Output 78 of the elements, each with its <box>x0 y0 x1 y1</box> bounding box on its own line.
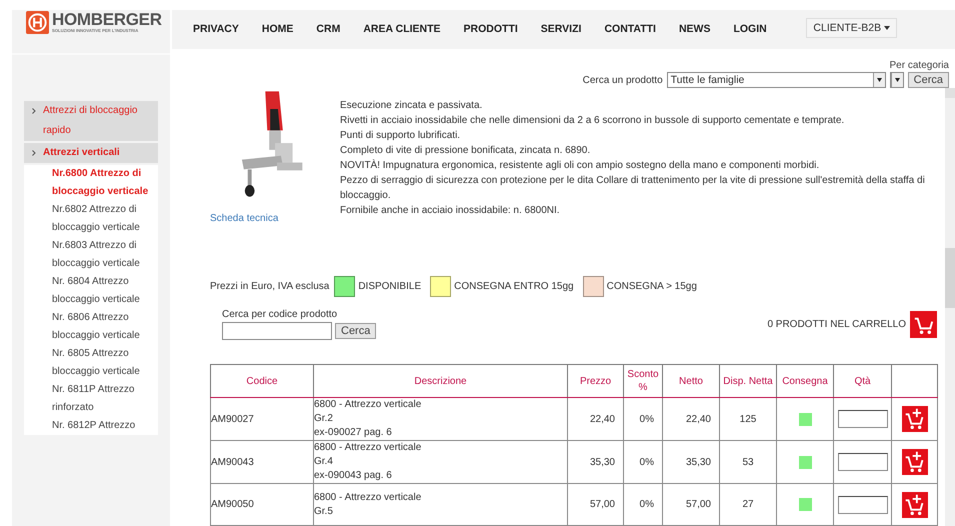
description-text: Esecuzione zincata e passivata. <box>340 99 484 113</box>
chevron-icon <box>32 108 36 114</box>
description-text: Punti di supporto lubrificati. <box>340 129 462 143</box>
nav-link[interactable]: AREA CLIENTE <box>363 23 441 35</box>
logo-wordmark: HOMBERGER <box>52 11 162 28</box>
table-cell: 6800 - Attrezzo verticale Gr.5 <box>314 484 568 526</box>
table-cell: 125 <box>720 398 776 440</box>
column-header: Consegna <box>776 364 834 398</box>
column-header: Netto <box>662 364 720 398</box>
table-cell: 22,40 <box>568 398 624 440</box>
search-button[interactable]: Cerca <box>908 72 949 88</box>
dropdown-arrow-icon <box>890 73 903 87</box>
table-cell: 57,00 <box>568 484 624 526</box>
legend-label: CONSEGNA > 15gg <box>606 281 697 292</box>
sidebar-item[interactable]: Nr.6802 Attrezzo di bloccaggio verticale <box>24 201 158 237</box>
sidebar-item[interactable]: Nr.6803 Attrezzo di bloccaggio verticale <box>24 237 158 273</box>
column-header: Disp. Netta <box>720 364 776 398</box>
table-cell: 0% <box>624 440 662 484</box>
nav-link[interactable]: PRIVACY <box>193 23 239 35</box>
nav-link[interactable]: LOGIN <box>733 23 767 35</box>
table-cell: 57,00 <box>662 484 720 526</box>
table-cell: 27 <box>720 484 776 526</box>
sidebar-item[interactable]: Nr.6800 Attrezzo di bloccaggio verticale <box>24 165 158 201</box>
column-header: Prezzo <box>568 364 624 398</box>
description-text: Fornibile anche in acciaio inossidabile: n. 6800NI. <box>340 204 561 218</box>
add-to-cart-icon[interactable] <box>902 492 928 518</box>
caret-icon <box>884 26 890 30</box>
table-cell: 35,30 <box>568 440 624 484</box>
sidebar-item[interactable]: Nr. 6805 Attrezzo bloccaggio verticale <box>24 345 158 381</box>
column-header: Codice <box>210 364 314 398</box>
legend-label: CONSEGNA ENTRO 15gg <box>454 281 574 292</box>
dropdown-arrow-icon <box>872 73 885 87</box>
table-cell: 53 <box>720 440 776 484</box>
quantity-field[interactable] <box>838 410 888 428</box>
nav-link[interactable]: CONTATTI <box>604 23 656 35</box>
category-label: Per categoria <box>890 59 949 72</box>
user-menu[interactable]: CLIENTE-B2B <box>806 18 897 38</box>
column-header: Sconto % <box>624 364 662 398</box>
code-search-button[interactable]: Cerca <box>335 323 376 339</box>
table-cell: 0% <box>624 484 662 526</box>
family-dropdown[interactable]: Tutte le famiglie <box>666 72 886 88</box>
sidebar-item[interactable]: Nr. 6806 Attrezzo bloccaggio verticale <box>24 309 158 345</box>
sidebar-item[interactable]: Nr. 6812P Attrezzo <box>24 417 158 435</box>
table-cell: 35,30 <box>662 440 720 484</box>
column-header: Descrizione <box>314 364 568 398</box>
sidebar-item[interactable]: Nr. 6804 Attrezzo bloccaggio verticale <box>24 273 158 309</box>
description-text: Pezzo di serraggio di sicurezza con protezione per le dita Collare di trattenimento per la vite di pressione sull'estremità della staffa di bloccaggio. <box>340 174 926 203</box>
chevron-icon <box>32 150 36 156</box>
category-dropdown[interactable] <box>890 72 904 88</box>
quantity-field[interactable] <box>838 453 888 471</box>
add-to-cart-icon[interactable] <box>902 406 928 432</box>
table-cell: 0% <box>624 398 662 440</box>
search-label: Cerca un prodotto <box>582 74 663 86</box>
datasheet-link[interactable]: Scheda tecnica <box>210 213 290 224</box>
legend-label: DISPONIBILE <box>358 281 422 292</box>
table-cell: AM90027 <box>210 398 314 440</box>
nav-link[interactable]: CRM <box>316 23 340 35</box>
nav-link[interactable]: PRODOTTI <box>464 23 518 35</box>
nav-link[interactable]: NEWS <box>678 23 710 35</box>
code-input-field[interactable] <box>222 322 332 340</box>
sidebar-item[interactable]: Nr. 6811P Attrezzo rinforzato <box>24 381 158 417</box>
column-header: Qtà <box>834 364 892 398</box>
cart-count: 0 PRODOTTI NEL CARRELLO <box>767 319 906 330</box>
code-search-label: Cerca per codice prodotto <box>222 309 338 320</box>
nav-link[interactable]: HOME <box>262 23 294 35</box>
cart-icon[interactable] <box>910 311 937 338</box>
description-text: NOVITÀ! Impugnatura ergonomica, resistente agli oli con ampio sostegno della mano e componenti morbidi. <box>340 158 820 173</box>
table-cell: AM90050 <box>210 484 314 526</box>
add-to-cart-icon[interactable] <box>902 449 928 475</box>
price-note: Prezzi in Euro, IVA esclusa <box>210 281 330 292</box>
table-cell: AM90043 <box>210 440 314 484</box>
table-cell: 6800 - Attrezzo verticale Gr.4 ex-090043 pag. 6 <box>314 440 568 484</box>
description-text: Completo di vite di pressione bonificata, zincata n. 6890. <box>340 144 592 158</box>
nav-link[interactable]: SERVIZI <box>540 23 582 35</box>
quantity-field[interactable] <box>838 496 888 514</box>
description-text: Rivetti in acciaio inossidabile che nelle dimensioni da 2 a 6 scorrono in bussole di supporto cementate e temprate. <box>340 114 846 128</box>
table-cell: 6800 - Attrezzo verticale Gr.2 ex-090027 pag. 6 <box>314 398 568 440</box>
table-cell: 22,40 <box>662 398 720 440</box>
